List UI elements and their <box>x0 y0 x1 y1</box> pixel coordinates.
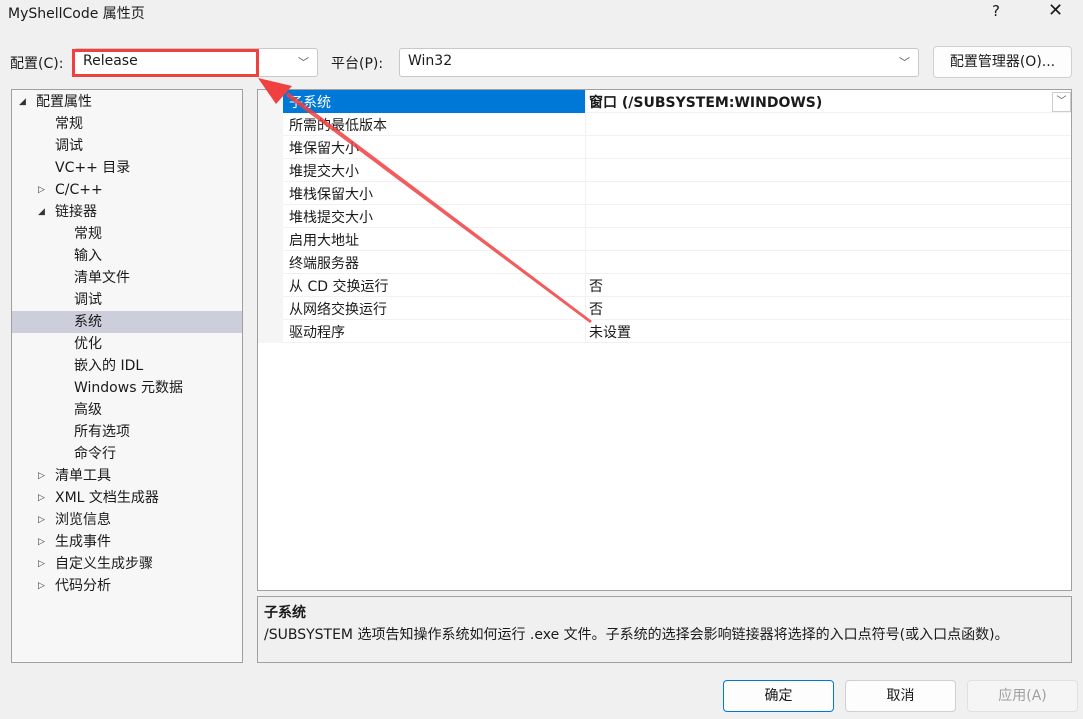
arrow-shaft <box>286 92 592 323</box>
annotation-arrow <box>258 78 592 323</box>
arrow-head <box>258 78 292 104</box>
